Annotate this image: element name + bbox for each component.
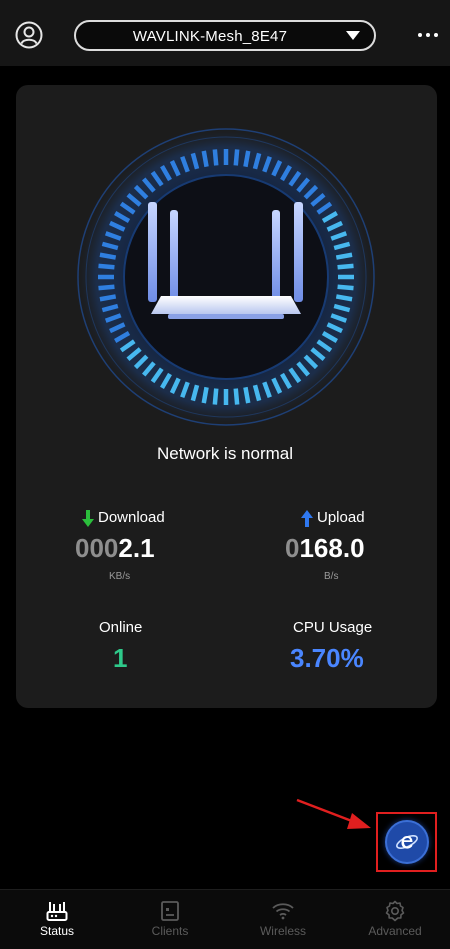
tab-label: Advanced [368, 924, 422, 938]
gauge-tick [335, 252, 353, 260]
gauge-tick [212, 388, 219, 405]
ssid-label: WAVLINK-Mesh_8E47 [132, 28, 288, 45]
cpu-usage-value: 3.70% [290, 643, 364, 673]
tab-clients[interactable]: Clients [114, 890, 226, 949]
cpu-usage-label: CPU Usage [293, 619, 373, 636]
tab-label: Status [39, 924, 75, 938]
upload-value-dim: 0 [285, 533, 300, 563]
tab-advanced[interactable]: Advanced [339, 890, 450, 949]
gauge-tick [337, 284, 354, 291]
gauge-tick [212, 149, 219, 166]
gauge-tick [337, 263, 354, 270]
tab-label: Wireless [259, 924, 306, 938]
chevron-down-icon [346, 31, 360, 40]
tab-status[interactable]: Status [1, 890, 113, 949]
gauge-tick [99, 294, 117, 302]
clients-icon [161, 901, 179, 921]
router-icon [46, 902, 68, 921]
upload-unit: B/s [324, 571, 339, 582]
gauge-tick [98, 284, 115, 291]
download-arrow-icon [82, 510, 94, 527]
download-value-main: 2.1 [118, 533, 155, 563]
gauge-tick [201, 150, 209, 168]
upload-label: Upload [317, 509, 365, 526]
network-gauge [73, 124, 379, 430]
online-label: Online [99, 619, 143, 636]
download-value: 0002.1 [75, 533, 155, 564]
gauge-tick [233, 149, 240, 166]
gauge-tick [233, 388, 240, 405]
gauge-tick [201, 386, 209, 404]
bottom-tab-bar: Status Clients Wireless Advanced [0, 889, 450, 949]
annotation-highlight-box [376, 812, 437, 872]
gauge-tick [243, 150, 251, 168]
top-bar: WAVLINK-Mesh_8E47 [0, 0, 450, 66]
online-count: 1 [113, 643, 128, 673]
gauge-tick [243, 386, 251, 404]
gear-icon [385, 900, 405, 922]
download-value-dim: 000 [75, 533, 119, 563]
upload-arrow-icon [301, 510, 313, 527]
wifi-icon [272, 903, 294, 920]
ssid-selector[interactable]: WAVLINK-Mesh_8E47 [74, 20, 376, 51]
network-status-text: Network is normal [156, 444, 294, 463]
upload-value: 0168.0 [285, 533, 365, 564]
gauge-tick [99, 252, 117, 260]
gauge-tick [335, 294, 353, 302]
user-icon[interactable] [15, 21, 43, 49]
tab-wireless[interactable]: Wireless [227, 890, 339, 949]
annotation-arrow [296, 798, 371, 829]
tab-label: Clients [151, 924, 189, 938]
upload-value-main: 168.0 [299, 533, 365, 563]
download-label: Download [98, 509, 165, 526]
gauge-tick [98, 263, 115, 270]
more-options-icon[interactable] [414, 27, 442, 43]
download-unit: KB/s [109, 571, 131, 582]
